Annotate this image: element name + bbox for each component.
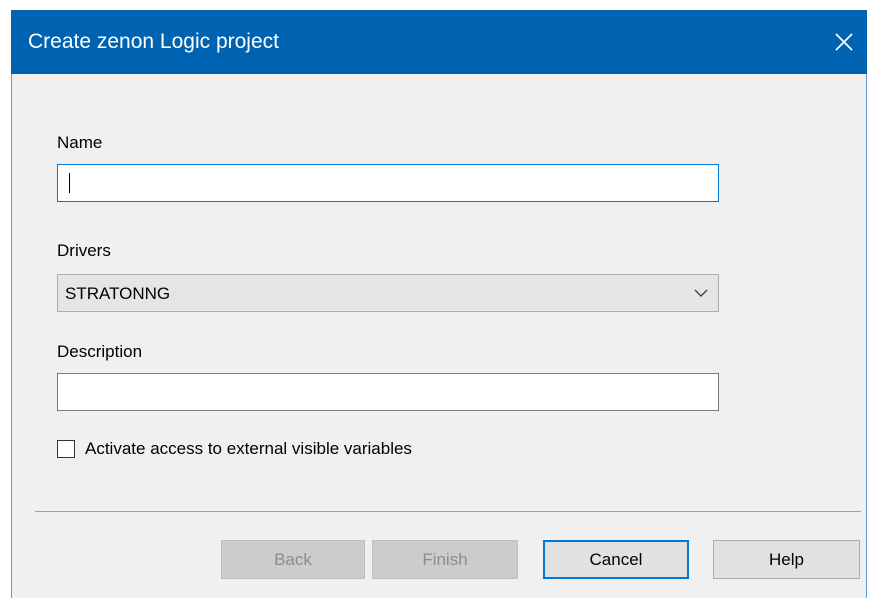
drivers-label: Drivers xyxy=(57,241,111,260)
description-input[interactable] xyxy=(57,373,719,411)
name-label: Name xyxy=(57,133,103,152)
drivers-selected-value: STRATONNG xyxy=(65,284,171,303)
finish-button[interactable]: Finish xyxy=(372,540,518,579)
description-label: Description xyxy=(57,342,143,361)
name-input[interactable] xyxy=(57,164,719,202)
external-access-checkbox-row[interactable]: Activate access to external visible vari… xyxy=(57,438,412,460)
back-button[interactable]: Back xyxy=(221,540,365,579)
close-button[interactable] xyxy=(821,10,867,74)
footer-separator xyxy=(35,511,861,512)
drivers-dropdown[interactable]: STRATONNG xyxy=(57,274,719,312)
title-bar: Create zenon Logic project xyxy=(11,10,867,74)
close-icon xyxy=(835,33,853,51)
external-access-checkbox[interactable] xyxy=(57,440,75,458)
create-project-dialog: Create zenon Logic project Name Drivers … xyxy=(11,10,867,598)
dialog-title: Create zenon Logic project xyxy=(28,30,279,53)
external-access-label: Activate access to external visible vari… xyxy=(85,439,412,458)
chevron-down-icon xyxy=(694,289,708,297)
cancel-button[interactable]: Cancel xyxy=(543,540,689,579)
text-caret xyxy=(69,173,70,193)
help-button[interactable]: Help xyxy=(713,540,860,579)
